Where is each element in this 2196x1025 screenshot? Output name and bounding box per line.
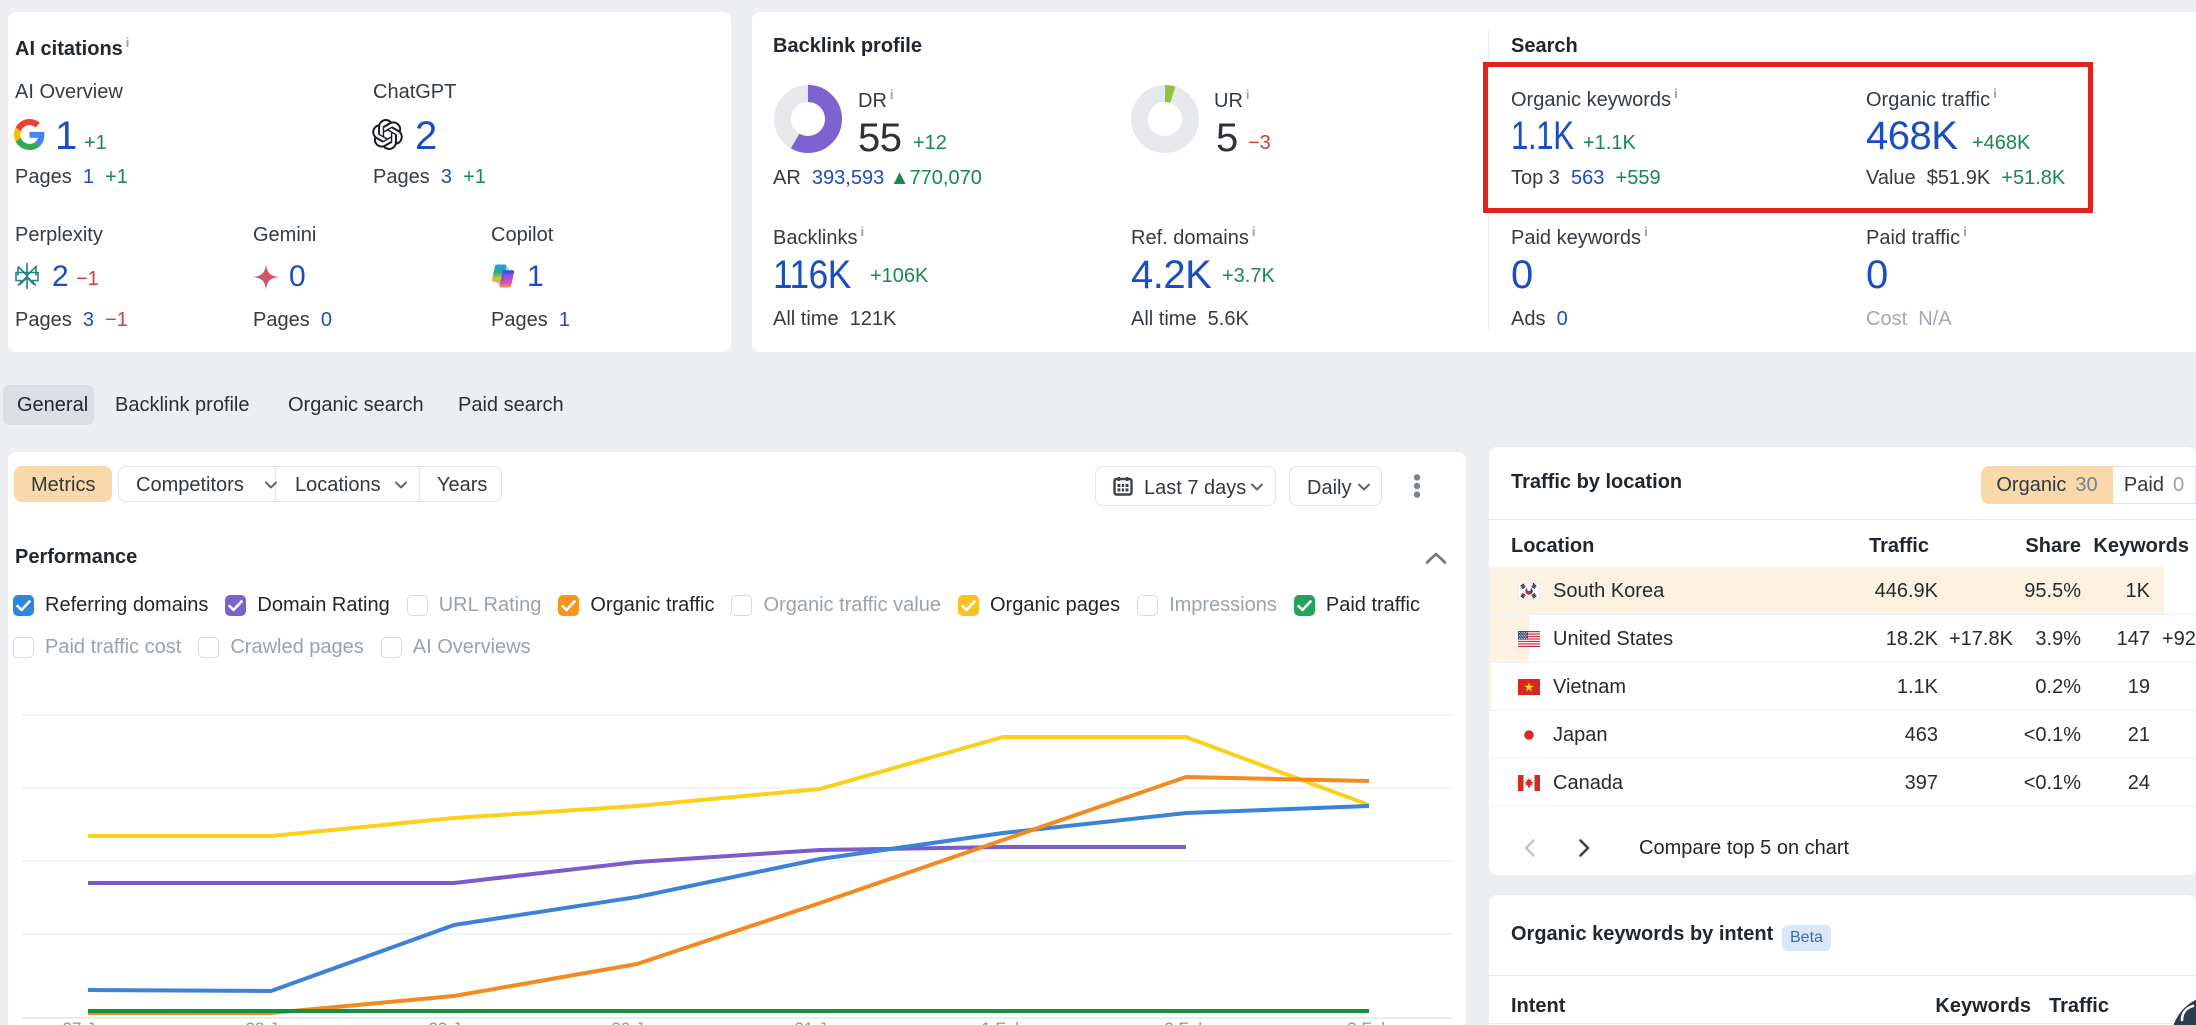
svg-text:1 Feb: 1 Feb: [981, 1019, 1024, 1025]
svg-text:31 Jan: 31 Jan: [794, 1019, 845, 1025]
svg-text:2 Feb: 2 Feb: [1164, 1019, 1207, 1025]
svg-text:30 Jan: 30 Jan: [611, 1019, 662, 1025]
svg-text:28 Jan: 28 Jan: [245, 1019, 296, 1025]
svg-text:27 Jan: 27 Jan: [62, 1019, 113, 1025]
svg-text:3 Feb: 3 Feb: [1347, 1019, 1390, 1025]
svg-text:29 Jan: 29 Jan: [428, 1019, 479, 1025]
